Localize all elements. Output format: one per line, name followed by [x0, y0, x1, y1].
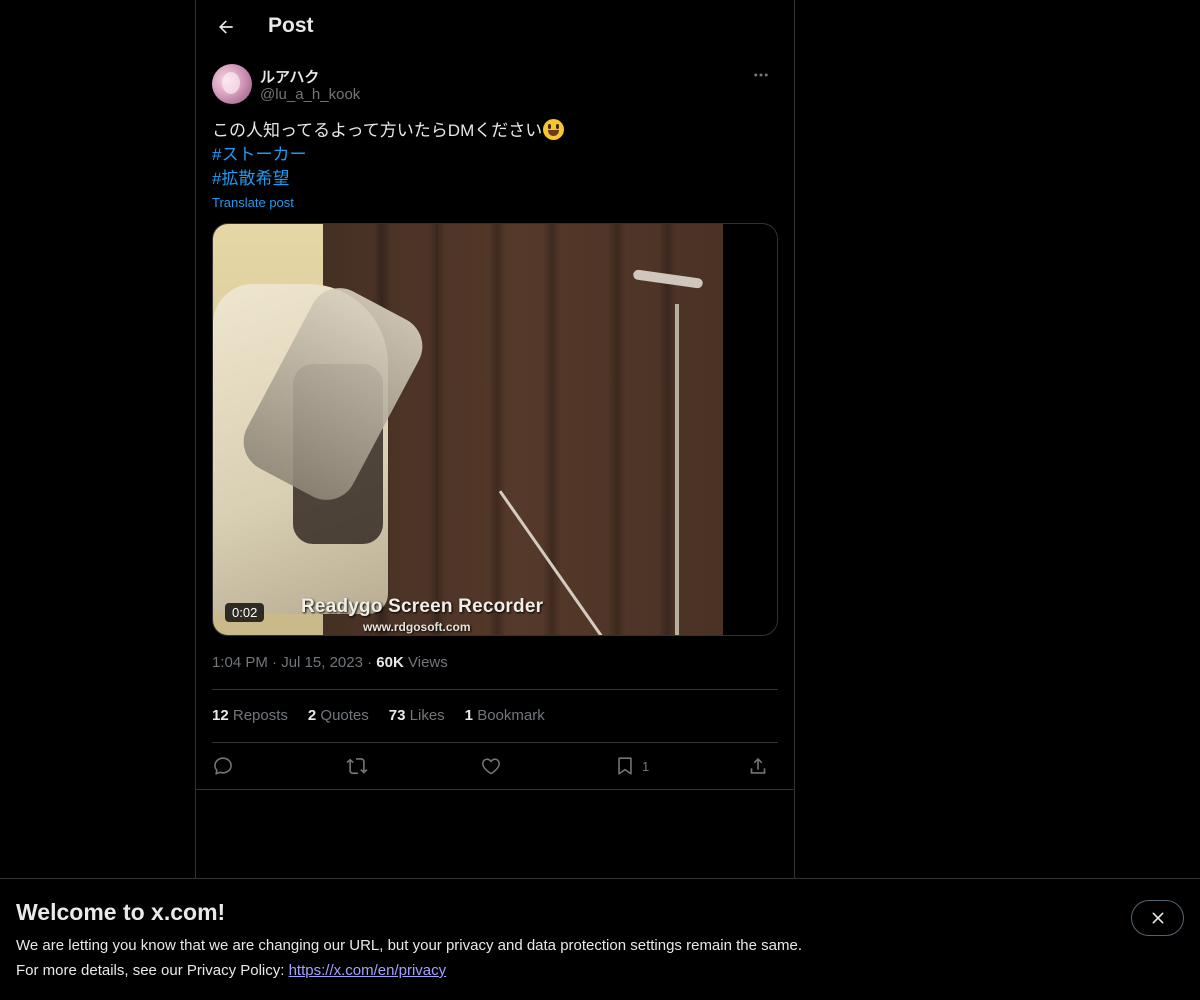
- bookmark-button[interactable]: 1: [614, 753, 649, 779]
- divider: [212, 742, 778, 743]
- avatar[interactable]: [212, 64, 252, 104]
- banner-privacy-text: For more details, see our Privacy Policy…: [16, 962, 447, 979]
- repost-icon: [346, 758, 368, 775]
- main-column: Post ルアハク @lu_a_h_kook この人知ってるよって方いたらDMく…: [195, 0, 795, 1000]
- video-player[interactable]: Readygo Screen Recorder www.rdgosoft.com…: [212, 223, 778, 636]
- video-watermark-url: www.rdgosoft.com: [363, 620, 471, 634]
- close-icon: [1152, 912, 1163, 924]
- page-header: Post: [196, 0, 794, 53]
- post-date[interactable]: Jul 15, 2023: [281, 654, 363, 671]
- hashtag-link[interactable]: #拡散希望: [212, 167, 778, 191]
- post-meta: 1:04 PM · Jul 15, 2023 · 60K Views: [212, 654, 448, 671]
- url-change-banner: Welcome to x.com! We are letting you kno…: [0, 878, 1200, 1000]
- arrow-left-icon: [219, 20, 233, 34]
- post-author: ルアハク @lu_a_h_kook: [212, 64, 778, 108]
- page-title: Post: [268, 14, 314, 37]
- likes-stat[interactable]: 73 Likes: [389, 707, 445, 724]
- banner-title: Welcome to x.com!: [16, 899, 226, 925]
- bookmark-icon: [618, 757, 632, 775]
- privacy-policy-link[interactable]: https://x.com/en/privacy: [289, 962, 447, 979]
- reply-button[interactable]: [212, 753, 234, 779]
- post-time[interactable]: 1:04 PM: [212, 654, 268, 671]
- reposts-stat[interactable]: 12 Reposts: [212, 707, 288, 724]
- bookmark-count: 1: [642, 758, 650, 774]
- grinning-face-emoji-icon: [543, 119, 565, 140]
- quotes-stat[interactable]: 2 Quotes: [308, 707, 369, 724]
- author-display-name[interactable]: ルアハク: [260, 66, 319, 87]
- post-actions: 1: [212, 751, 778, 781]
- video-watermark: Readygo Screen Recorder: [301, 596, 544, 617]
- share-icon: [750, 757, 766, 774]
- more-options-button[interactable]: [744, 64, 778, 86]
- more-icon: [754, 73, 768, 77]
- video-frame: Readygo Screen Recorder www.rdgosoft.com: [213, 224, 723, 635]
- share-button[interactable]: [747, 753, 769, 779]
- post-text: この人知ってるよって方いたらDMください #ストーカー #拡散希望: [212, 119, 778, 191]
- like-button[interactable]: [480, 753, 502, 779]
- divider: [196, 789, 794, 790]
- close-banner-button[interactable]: [1131, 900, 1184, 936]
- bookmarks-stat[interactable]: 1 Bookmark: [465, 707, 545, 724]
- divider: [212, 689, 778, 690]
- post-stats: 12 Reposts 2 Quotes 73 Likes 1 Bookmark: [212, 707, 545, 724]
- repost-button[interactable]: [346, 753, 368, 779]
- heart-icon: [482, 758, 500, 775]
- post-body: この人知ってるよって方いたらDMください: [212, 121, 543, 140]
- views-count: 60K: [376, 654, 404, 671]
- hashtag-link[interactable]: #ストーカー: [212, 143, 778, 167]
- back-button[interactable]: [208, 9, 244, 45]
- reply-icon: [214, 757, 232, 775]
- banner-message: We are letting you know that we are chan…: [16, 937, 802, 954]
- video-duration-badge: 0:02: [225, 603, 265, 622]
- author-handle[interactable]: @lu_a_h_kook: [260, 86, 360, 103]
- views-label: Views: [408, 654, 448, 671]
- translate-post-link[interactable]: Translate post: [212, 195, 294, 210]
